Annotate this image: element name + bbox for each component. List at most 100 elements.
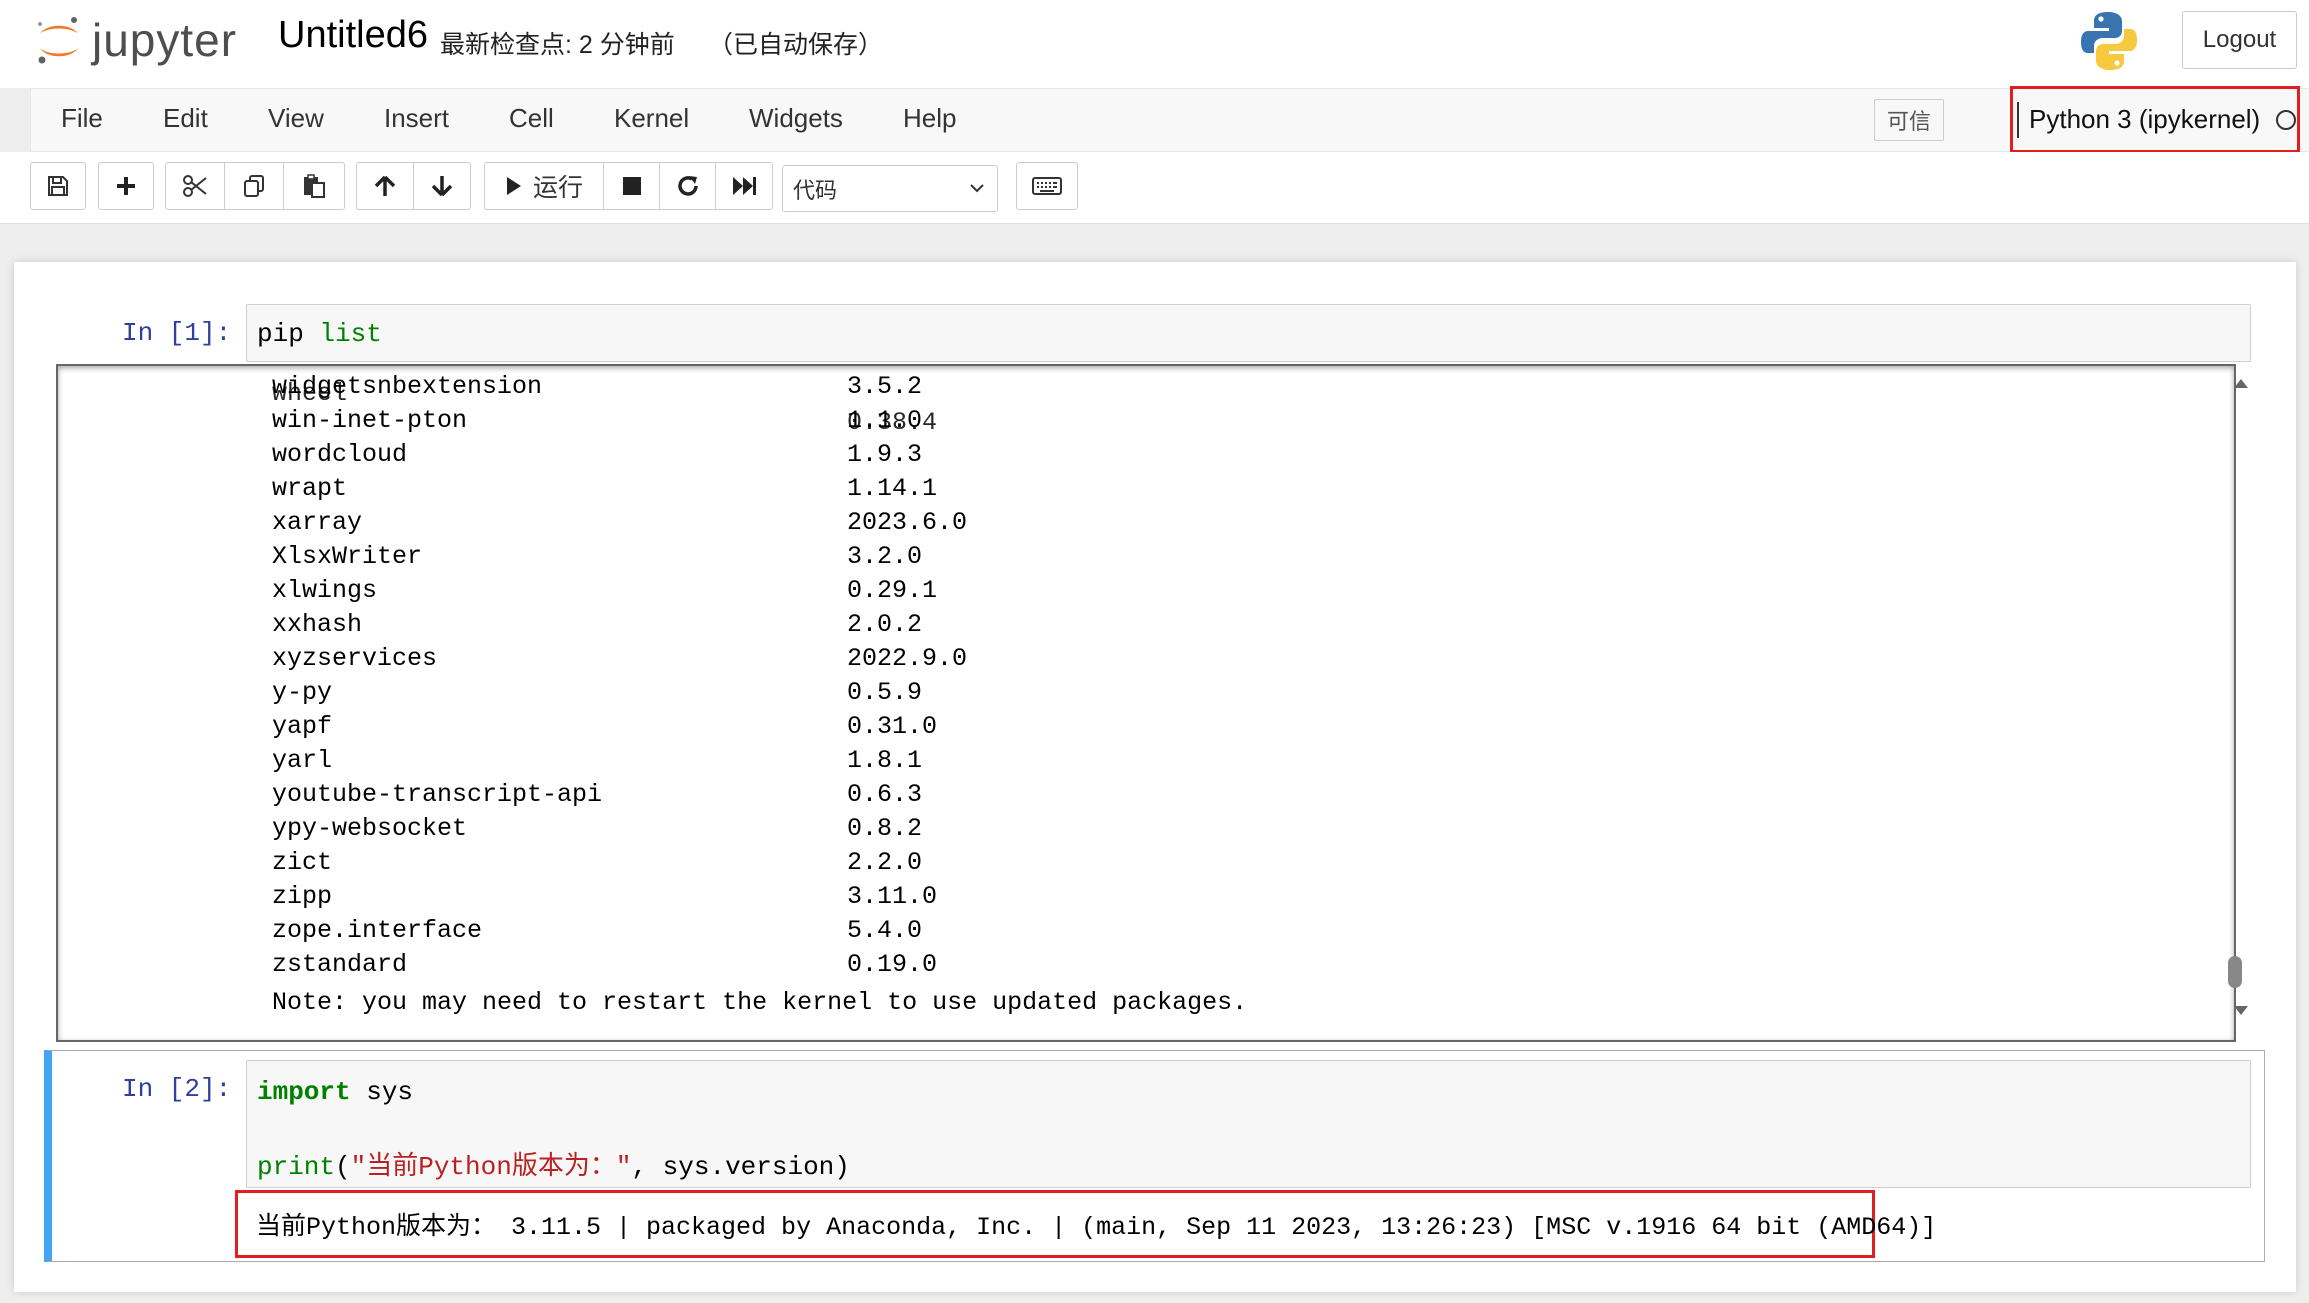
package-name: xlwings [272, 576, 378, 605]
package-name: widgetsnbextension [272, 372, 543, 401]
cell-type-select[interactable]: 代码 [782, 165, 998, 212]
package-name: wrapt [272, 474, 348, 503]
package-name: xarray [272, 508, 363, 537]
cell2-output: 当前Python版本为： 3.11.5 | packaged by Anacon… [256, 1213, 1937, 1242]
cell1-code-list: list [303, 319, 382, 349]
scroll-up-icon[interactable] [2232, 376, 2250, 390]
autosave-status: （已自动保存） [708, 31, 884, 59]
menu-cell[interactable]: Cell [509, 103, 554, 134]
menu-insert[interactable]: Insert [384, 103, 449, 134]
package-name: zict [272, 848, 333, 877]
scrollbar-thumb[interactable] [2228, 956, 2242, 988]
save-button[interactable] [30, 162, 86, 210]
cell2-code-line2: print("当前Python版本为：", sys.version) [257, 1145, 850, 1182]
restart-icon [677, 176, 698, 196]
code-import-keyword: import [257, 1077, 351, 1107]
package-version: 0.29.1 [847, 576, 938, 605]
restart-run-all-button[interactable] [715, 162, 773, 210]
interrupt-button[interactable] [603, 162, 660, 210]
insert-cell-button[interactable] [98, 162, 154, 210]
notebook-container: In [1]: pip list wheel 0.38.4 widgetsnbe… [14, 262, 2296, 1292]
menu-file[interactable]: File [61, 103, 103, 134]
restart-note: Note: you may need to restart the kernel… [272, 988, 1248, 1017]
play-icon [506, 177, 521, 195]
package-name: y-py [272, 678, 333, 707]
package-name: ypy-websocket [272, 814, 468, 843]
package-version: 2.0.2 [847, 610, 923, 639]
logout-button[interactable]: Logout [2182, 11, 2297, 69]
package-name: zope.interface [272, 916, 483, 945]
code-paren: ( [335, 1152, 351, 1182]
package-name: xxhash [272, 610, 363, 639]
package-version: 3.11.0 [847, 882, 938, 911]
menu-widgets[interactable]: Widgets [749, 103, 843, 134]
package-name: zstandard [272, 950, 408, 979]
cell-type-value: 代码 [793, 177, 838, 203]
python-logo-icon [2081, 12, 2137, 70]
plus-icon [117, 177, 135, 195]
move-up-button[interactable] [356, 162, 414, 210]
scroll-down-icon[interactable] [2232, 1004, 2250, 1018]
save-icon [48, 176, 68, 196]
kernel-indicator[interactable]: Python 3 (ipykernel) [2010, 86, 2300, 153]
cut-button[interactable] [165, 162, 225, 210]
package-name: XlsxWriter [272, 542, 423, 571]
move-down-button[interactable] [413, 162, 471, 210]
package-name: youtube-transcript-api [272, 780, 603, 809]
code-print: print [257, 1152, 336, 1182]
package-version: 1.9.3 [847, 440, 923, 469]
menu-kernel[interactable]: Kernel [614, 103, 689, 134]
jupyter-logo[interactable]: jupyter [34, 10, 237, 70]
header: jupyter Untitled6 最新检查点: 2 分钟前 （已自动保存） L… [0, 0, 2309, 88]
arrow-up-icon [374, 175, 396, 196]
package-version: 1.8.1 [847, 746, 923, 775]
menu-view[interactable]: View [268, 103, 324, 134]
package-version: 0.19.0 [847, 950, 938, 979]
package-name: yapf [272, 712, 333, 741]
cell2-input[interactable]: import sys print("当前Python版本为：", sys.ver… [246, 1060, 2251, 1188]
code-module: sys [350, 1077, 414, 1107]
restart-button[interactable] [659, 162, 716, 210]
paste-icon [304, 174, 325, 198]
package-version: 1.14.1 [847, 474, 938, 503]
copy-button[interactable] [224, 162, 284, 210]
jupyter-logo-icon [38, 17, 78, 64]
package-version: 0.5.9 [847, 678, 923, 707]
scissors-icon [183, 175, 207, 197]
package-version: 2.2.0 [847, 848, 923, 877]
package-version: 3.5.2 [847, 372, 923, 401]
package-version: 0.8.2 [847, 814, 923, 843]
run-label: 运行 [532, 174, 583, 202]
package-version: 2022.9.0 [847, 644, 968, 673]
arrow-down-icon [431, 176, 453, 197]
menu-help[interactable]: Help [903, 103, 956, 134]
package-name: wordcloud [272, 440, 408, 469]
notebook-name[interactable]: Untitled6 [278, 14, 428, 57]
keyboard-icon [1032, 177, 1062, 195]
package-version: 5.4.0 [847, 916, 923, 945]
cell1-output-scroll[interactable]: wheel 0.38.4 widgetsnbextension 3.5.2 win-… [56, 364, 2236, 1042]
package-version: 2023.6.0 [847, 508, 968, 537]
cell2-code-line1: import sys [257, 1077, 413, 1107]
copy-icon [244, 175, 264, 197]
cell1-prompt: In [1]: [122, 318, 232, 348]
fast-forward-icon [733, 177, 756, 195]
checkpoint-status: 最新检查点: 2 分钟前 [440, 31, 675, 59]
run-button[interactable]: 运行 [484, 162, 604, 210]
code-string: "当前Python版本为：" [350, 1152, 632, 1182]
package-version: 1.1.0 [847, 406, 923, 435]
package-name: yarl [272, 746, 333, 775]
package-name: xyzservices [272, 644, 438, 673]
cell2-prompt: In [2]: [122, 1074, 232, 1104]
trusted-indicator[interactable]: 可信 [1874, 99, 1944, 141]
cell1-input[interactable]: pip list [246, 304, 2251, 362]
stop-icon [622, 177, 641, 195]
package-version: 0.6.3 [847, 780, 923, 809]
paste-button[interactable] [283, 162, 345, 210]
kernel-name: Python 3 (ipykernel) [2029, 104, 2261, 134]
package-version: 0.31.0 [847, 712, 938, 741]
package-version: 3.2.0 [847, 542, 923, 571]
command-palette-button[interactable] [1016, 162, 1078, 210]
menu-edit[interactable]: Edit [163, 103, 208, 134]
kernel-idle-icon [2276, 109, 2297, 130]
